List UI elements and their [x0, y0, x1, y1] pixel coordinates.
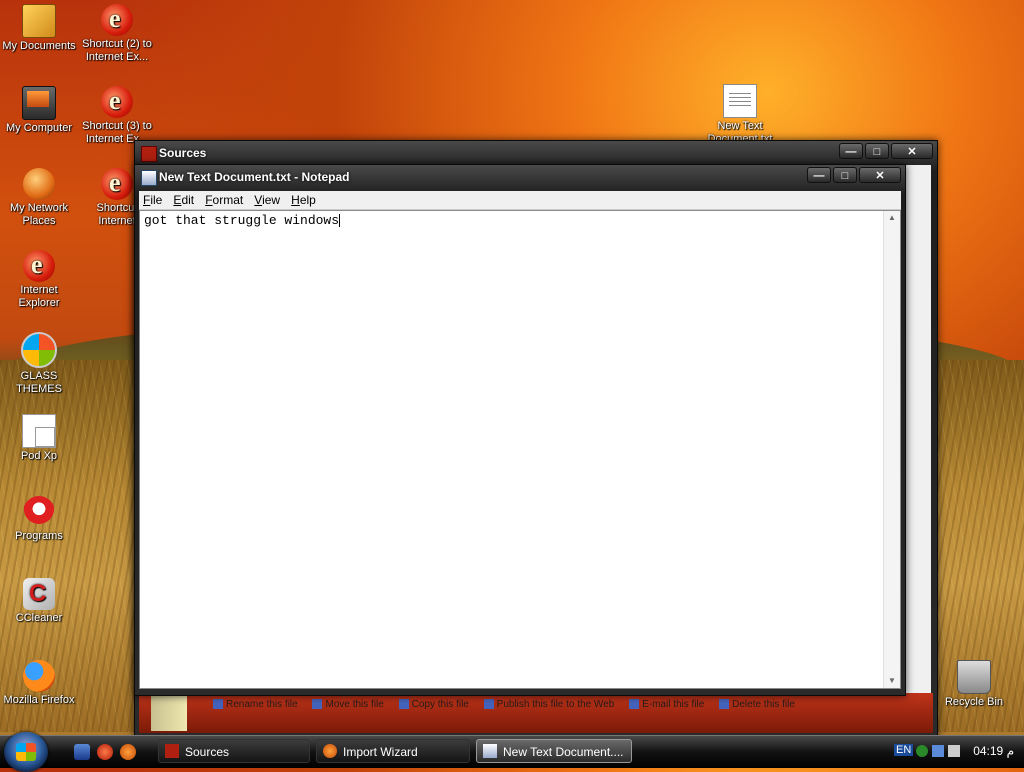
recycle-bin-icon [957, 660, 991, 694]
taskbar-button-label: Sources [185, 745, 230, 759]
close-button[interactable]: ✕ [859, 167, 901, 183]
computer-icon [22, 86, 56, 120]
editor-content: got that struggle windows [144, 213, 341, 228]
programs-icon [23, 496, 55, 528]
text-editor[interactable]: got that struggle windows ▲ ▼ [139, 210, 901, 689]
volume-icon[interactable] [948, 745, 960, 757]
desktop-icon-new-text-document[interactable]: New Text Document.txt [701, 84, 779, 146]
task-link[interactable]: Move this file [312, 699, 384, 710]
minimize-button[interactable]: — [807, 167, 831, 183]
ccleaner-icon [23, 578, 55, 610]
desktop-icon-label: Pod Xp [20, 450, 58, 462]
desktop-icon-label: My Computer [5, 122, 73, 134]
internet-explorer-icon [101, 86, 133, 118]
desktop-icon-label: Mozilla Firefox [3, 694, 75, 706]
folder-icon [22, 4, 56, 38]
task-link[interactable]: Delete this file [719, 699, 795, 710]
internet-explorer-icon [101, 168, 133, 200]
taskbar-button-label: New Text Document.... [503, 745, 624, 759]
internet-explorer-icon[interactable] [97, 744, 113, 760]
notepad-icon [141, 170, 157, 186]
desktop-icon-pod-xp[interactable]: Pod Xp [0, 414, 78, 463]
file-tasks-list: Rename this file Move this file Copy thi… [213, 699, 807, 710]
window-title: New Text Document.txt - Notepad [159, 170, 350, 184]
task-link[interactable]: Publish this file to the Web [483, 699, 614, 710]
scroll-down-arrow-icon[interactable]: ▼ [884, 674, 900, 688]
desktop-icon-my-computer[interactable]: My Computer [0, 86, 78, 135]
internet-explorer-icon [23, 250, 55, 282]
folder-icon [165, 744, 179, 758]
security-icon[interactable] [916, 745, 928, 757]
text-caret [339, 214, 341, 228]
menu-view[interactable]: View [250, 191, 284, 207]
vertical-scrollbar[interactable]: ▲ ▼ [883, 211, 900, 688]
sources-task-pane: Rename this file Move this file Copy thi… [139, 693, 933, 733]
system-tray: EN 04:19 م [894, 736, 1024, 768]
desktop-icon-label: CCleaner [15, 612, 63, 624]
show-desktop-icon[interactable] [74, 744, 90, 760]
desktop-icon-shortcut-2-ie[interactable]: Shortcut (2) to Internet Ex... [78, 4, 156, 64]
folder-thumbnail-icon [151, 695, 187, 731]
task-link[interactable]: E-mail this file [629, 699, 704, 710]
document-icon [22, 414, 56, 448]
desktop-icon-label: My Documents [2, 40, 76, 52]
desktop-icon-label: Internet Explorer [18, 284, 60, 309]
notepad-icon [483, 744, 497, 758]
desktop-icon-label: GLASS THEMES [16, 370, 62, 395]
menu-help[interactable]: Help [287, 191, 320, 207]
clock[interactable]: 04:19 م [973, 744, 1014, 758]
window-title: Sources [159, 146, 207, 160]
network-icon[interactable] [932, 745, 944, 757]
menu-format[interactable]: Format [201, 191, 247, 207]
desktop-icon-mozilla-firefox[interactable]: Mozilla Firefox [0, 660, 78, 707]
desktop-icon-glass-themes[interactable]: GLASS THEMES [0, 332, 78, 396]
menu-file[interactable]: File [139, 191, 166, 207]
notepad-window[interactable]: New Text Document.txt - Notepad — □ ✕ Fi… [134, 164, 906, 696]
taskbar-button-sources[interactable]: Sources [158, 739, 310, 763]
menu-bar: File Edit Format View Help [139, 191, 901, 210]
maximize-button[interactable]: □ [865, 143, 889, 159]
close-button[interactable]: ✕ [891, 143, 933, 159]
menu-edit[interactable]: Edit [169, 191, 198, 207]
desktop-icon-label: My Network Places [9, 202, 69, 227]
firefox-icon[interactable] [120, 744, 136, 760]
desktop-icon-programs[interactable]: Programs [0, 496, 78, 543]
text-file-icon [723, 84, 757, 118]
notepad-titlebar[interactable]: New Text Document.txt - Notepad — □ ✕ [135, 165, 905, 189]
desktop-icon-ccleaner[interactable]: CCleaner [0, 578, 78, 625]
desktop-icon-recycle-bin[interactable]: Recycle Bin [935, 660, 1013, 709]
firefox-icon [323, 744, 337, 758]
taskbar: Sources Import Wizard New Text Document.… [0, 732, 1024, 772]
desktop-icon-label: Programs [15, 530, 63, 542]
maximize-button[interactable]: □ [833, 167, 857, 183]
language-indicator[interactable]: EN [894, 744, 914, 756]
desktop-icon-internet-explorer[interactable]: Internet Explorer [0, 250, 78, 310]
scroll-up-arrow-icon[interactable]: ▲ [884, 211, 900, 225]
taskbar-button-notepad[interactable]: New Text Document.... [476, 739, 632, 763]
windows-logo-icon [21, 332, 57, 368]
task-link[interactable]: Rename this file [213, 699, 298, 710]
desktop-icon-shortcut-3-ie[interactable]: Shortcut (3) to Internet Ex... [78, 86, 156, 146]
network-icon [23, 168, 55, 200]
desktop-icon-my-documents[interactable]: My Documents [0, 4, 78, 53]
desktop-icon-label: Recycle Bin [944, 696, 1004, 708]
firefox-icon [23, 660, 55, 692]
desktop-icon-my-network-places[interactable]: My Network Places [0, 168, 78, 228]
taskbar-button-import-wizard[interactable]: Import Wizard [316, 739, 470, 763]
sources-titlebar[interactable]: Sources — □ ✕ [135, 141, 937, 165]
internet-explorer-icon [101, 4, 133, 36]
start-button[interactable] [4, 732, 48, 772]
task-link[interactable]: Copy this file [398, 699, 469, 710]
minimize-button[interactable]: — [839, 143, 863, 159]
taskbar-button-label: Import Wizard [343, 745, 418, 759]
desktop-icon-label: Shortcut (2) to Internet Ex... [82, 38, 152, 63]
folder-icon [141, 146, 157, 162]
